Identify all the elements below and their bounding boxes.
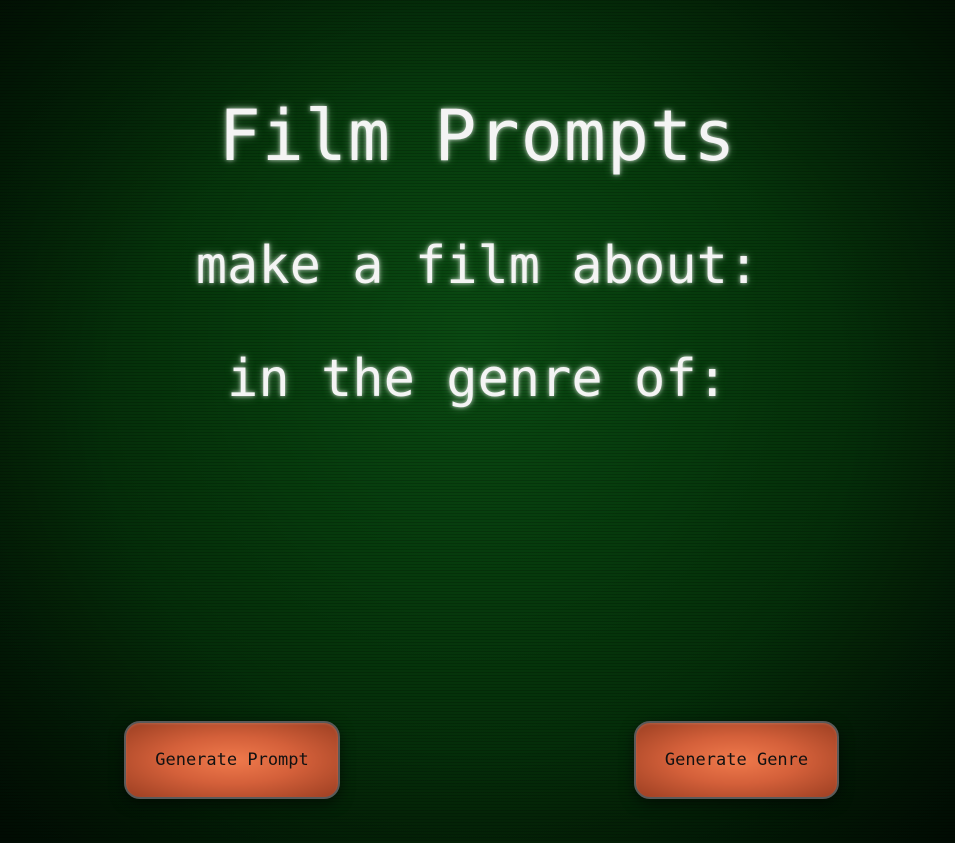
prompt-line: make a film about: (195, 236, 760, 296)
page-title: Film Prompts (218, 95, 737, 177)
genre-line: in the genre of: (227, 349, 728, 409)
generate-genre-button[interactable]: Generate Genre (634, 721, 839, 799)
generate-prompt-button[interactable]: Generate Prompt (124, 721, 340, 799)
